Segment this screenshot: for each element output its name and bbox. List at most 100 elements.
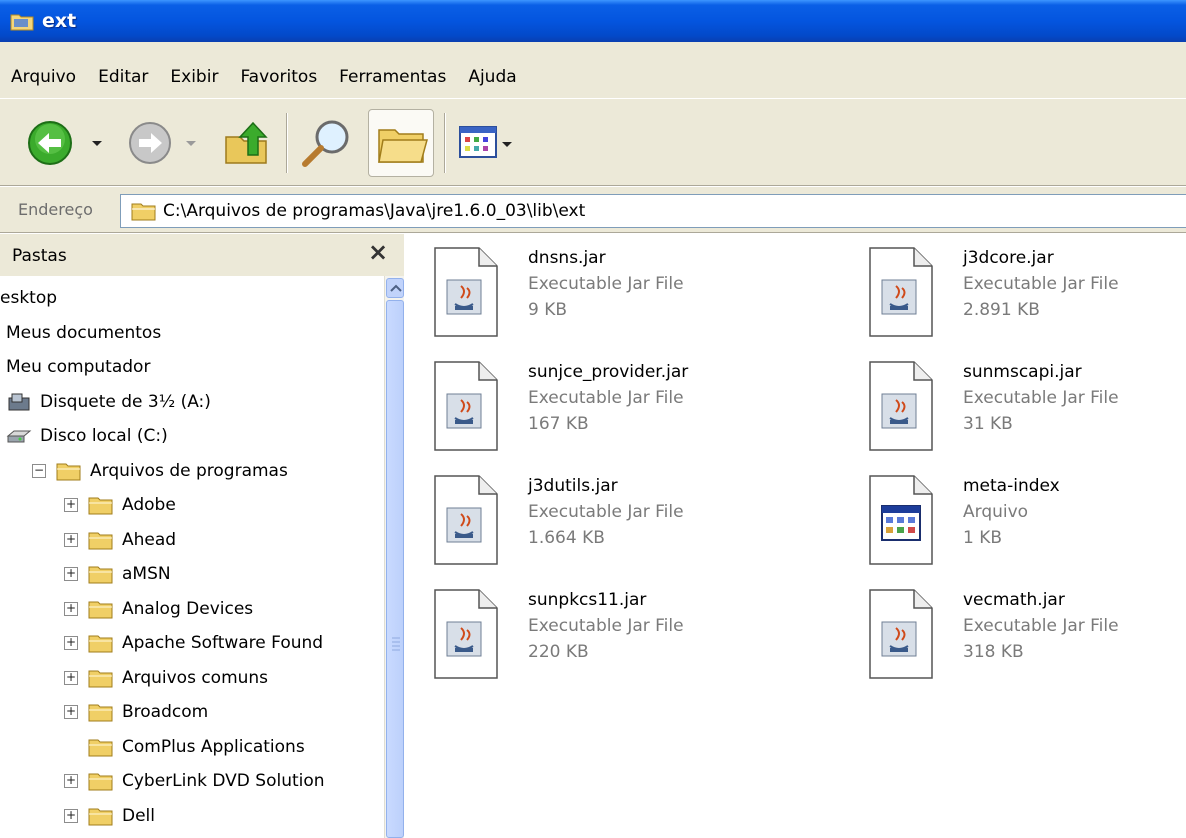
folder-icon: [88, 599, 114, 619]
tree-item-label: Adobe: [122, 495, 176, 515]
address-path: C:\Arquivos de programas\Java\jre1.6.0_0…: [163, 201, 586, 221]
expand-icon[interactable]: +: [64, 601, 78, 616]
title-bar[interactable]: ext: [0, 0, 1186, 42]
tree-item-label: CyberLink DVD Solution: [122, 771, 325, 791]
tree-item[interactable]: − Arquivos de programas: [32, 455, 288, 487]
tree-item[interactable]: + Arquivos comuns: [64, 662, 268, 694]
expand-icon[interactable]: +: [64, 567, 78, 581]
menu-exibir[interactable]: Exibir: [159, 62, 229, 92]
folder-icon: [88, 806, 114, 826]
tree-item[interactable]: + Dell: [64, 800, 155, 832]
file-type: Executable Jar File: [963, 388, 1119, 408]
forward-button[interactable]: [124, 115, 204, 171]
address-input[interactable]: C:\Arquivos de programas\Java\jre1.6.0_0…: [120, 194, 1186, 228]
menu-editar[interactable]: Editar: [87, 62, 159, 92]
jar-file-icon: [868, 246, 934, 338]
tree-item[interactable]: + CyberLink DVD Solution: [64, 765, 325, 797]
tree-item[interactable]: Meus documentos: [6, 317, 161, 349]
expand-icon[interactable]: +: [64, 670, 78, 685]
tree-item-label: Disquete de 3½ (A:): [40, 391, 211, 412]
tree-item[interactable]: Disco local (C:): [6, 420, 168, 452]
drive-icon: [6, 426, 32, 446]
menu-ferramentas[interactable]: Ferramentas: [328, 62, 457, 92]
file-item[interactable]: vecmath.jar Executable Jar File 318 KB: [840, 580, 1186, 680]
file-size: 220 KB: [528, 642, 589, 662]
up-folder-button[interactable]: [218, 115, 278, 171]
tree-item-label: Arquivos comuns: [122, 667, 269, 688]
tree-item-label: Arquivos de programas: [90, 460, 288, 481]
file-item[interactable]: sunjce_provider.jar Executable Jar File 16…: [405, 352, 765, 452]
scroll-up-button[interactable]: [386, 278, 404, 298]
jar-file-icon: [433, 246, 499, 338]
tree-item[interactable]: + Apache Software Found: [64, 627, 323, 659]
file-size: 167 KB: [528, 414, 589, 434]
generic-file-icon: [868, 474, 934, 566]
folder-icon: [88, 495, 114, 515]
jar-file-icon: [433, 474, 499, 566]
file-type: Arquivo: [963, 502, 1029, 522]
menu-bar: Arquivo Editar Exibir Favoritos Ferramen…: [0, 42, 1186, 98]
file-item[interactable]: j3dutils.jar Executable Jar File 1.664 KB: [405, 466, 765, 566]
expand-icon[interactable]: +: [64, 808, 78, 823]
file-name: sunjce_provider.jar: [528, 362, 689, 382]
file-list: dnsns.jar Executable Jar File 9 KB j3dcore.…: [405, 234, 1186, 838]
tree-item[interactable]: +DellSupport: [64, 834, 222, 838]
menu-arquivo[interactable]: Arquivo: [0, 62, 87, 92]
folder-icon: [88, 702, 114, 722]
tree-item[interactable]: Meu computador: [6, 351, 150, 383]
expand-icon[interactable]: +: [64, 636, 78, 650]
vertical-scrollbar[interactable]: [384, 276, 404, 838]
menu-ajuda[interactable]: Ajuda: [457, 62, 527, 92]
file-size: 1 KB: [963, 528, 1003, 548]
folders-pane: Pastas × esktop Meus documentos Meu comput…: [0, 234, 404, 838]
tree-item[interactable]: + Broadcom: [64, 696, 208, 728]
expand-icon[interactable]: +: [64, 498, 78, 512]
tree-item[interactable]: + Analog Devices: [64, 593, 253, 625]
file-item[interactable]: sunpkcs11.jar Executable Jar File 220 KB: [405, 580, 765, 680]
floppy-icon: [6, 392, 32, 412]
address-bar: Endereço C:\Arquivos de programas\Java\j…: [0, 187, 1186, 233]
back-button[interactable]: [22, 115, 112, 171]
file-item[interactable]: sunmscapi.jar Executable Jar File 31 KB: [840, 352, 1186, 452]
tree-item[interactable]: + Ahead: [64, 524, 176, 556]
jar-file-icon: [868, 588, 934, 680]
file-name: vecmath.jar: [963, 590, 1065, 610]
collapse-icon[interactable]: −: [32, 463, 46, 478]
tree-item[interactable]: Disquete de 3½ (A:): [6, 386, 211, 418]
expand-icon[interactable]: +: [64, 774, 78, 788]
file-item[interactable]: j3dcore.jar Executable Jar File 2.891 KB: [840, 238, 1186, 338]
file-type: Executable Jar File: [528, 616, 684, 636]
toolbar: [0, 98, 1186, 186]
tree-item[interactable]: ComPlus Applications: [64, 731, 305, 763]
tree-item-label: Disco local (C:): [40, 426, 168, 446]
views-button[interactable]: [452, 115, 524, 171]
tree-item-label: Apache Software Found: [122, 633, 324, 653]
file-item[interactable]: meta-index Arquivo 1 KB: [840, 466, 1186, 566]
expand-icon[interactable]: +: [64, 705, 78, 719]
tree-item-label: Dell: [122, 805, 155, 826]
tree-item[interactable]: esktop: [0, 282, 57, 314]
folders-button[interactable]: [368, 109, 434, 177]
tree-item[interactable]: + aMSN: [64, 558, 171, 590]
close-icon[interactable]: ×: [368, 238, 388, 266]
folders-pane-header: Pastas ×: [0, 234, 404, 276]
file-size: 1.664 KB: [528, 528, 605, 548]
scrollbar-thumb[interactable]: [386, 300, 404, 838]
file-size: 31 KB: [963, 414, 1013, 434]
tree-item[interactable]: + Adobe: [64, 489, 176, 521]
file-name: j3dutils.jar: [528, 476, 618, 496]
expand-icon[interactable]: +: [64, 532, 78, 547]
file-name: meta-index: [963, 476, 1060, 496]
file-type: Executable Jar File: [963, 274, 1119, 294]
tree-item-label: Meu computador: [6, 357, 151, 377]
menu-favoritos[interactable]: Favoritos: [229, 62, 328, 92]
folder-open-icon: [56, 461, 82, 481]
jar-file-icon: [433, 360, 499, 452]
file-size: 9 KB: [528, 300, 568, 320]
folder-icon: [88, 530, 114, 550]
file-type: Executable Jar File: [528, 388, 684, 408]
search-button[interactable]: [296, 115, 358, 171]
folder-icon: [88, 771, 114, 791]
file-item[interactable]: dnsns.jar Executable Jar File 9 KB: [405, 238, 765, 338]
file-type: Executable Jar File: [528, 502, 684, 522]
